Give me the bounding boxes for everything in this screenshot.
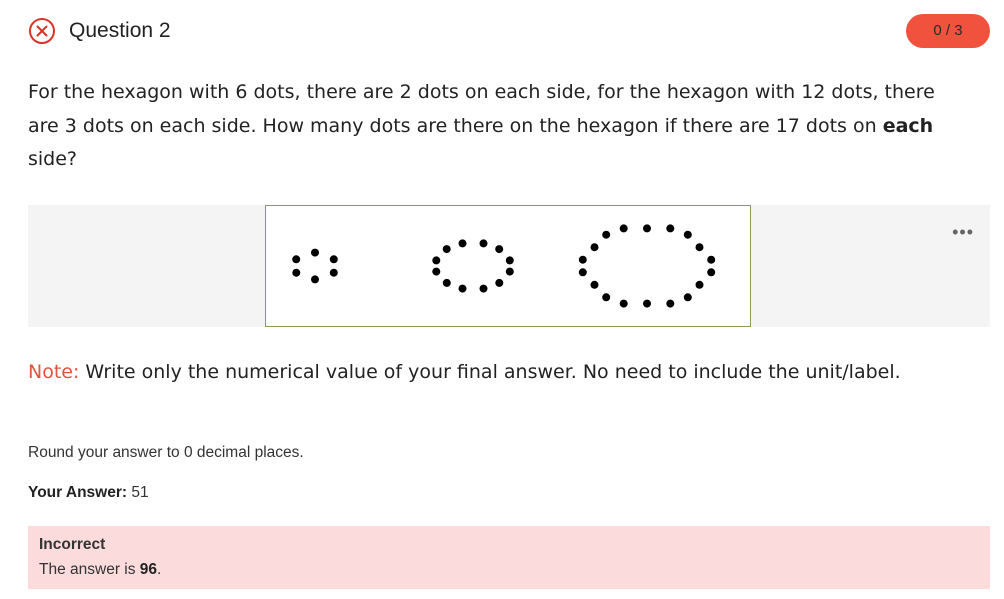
hexagon-3-dot — [602, 293, 611, 302]
x-circle-icon — [29, 18, 55, 44]
hexagon-2-dot — [432, 267, 441, 276]
hexagon-1-dot — [311, 248, 319, 257]
question-header: Question 2 0 / 3 — [28, 14, 990, 48]
hexagon-3-dot — [619, 299, 628, 308]
hexagon-3-dot — [602, 230, 611, 239]
hexagon-figure — [265, 205, 751, 327]
hexagon-2-dot — [458, 284, 467, 293]
question-text: For the hexagon with 6 dots, there are 2… — [28, 76, 968, 177]
score-badge: 0 / 3 — [906, 14, 990, 48]
hexagon-2-dot — [495, 278, 504, 287]
more-dots-icon: ••• — [952, 222, 974, 242]
feedback-suffix: . — [157, 561, 162, 578]
note: Note: Write only the numerical value of … — [28, 356, 948, 390]
hexagon-3-dot — [643, 224, 651, 233]
hexagon-3-dot — [619, 224, 628, 233]
correct-answer: 96 — [139, 561, 158, 578]
question-title: Question 2 — [69, 19, 171, 42]
hexagon-2-dot — [442, 278, 451, 287]
hexagon-2-dot — [479, 239, 488, 248]
more-options-button[interactable]: ••• — [952, 223, 974, 241]
hexagon-3-dot — [666, 224, 675, 233]
hexagon-2-dot — [505, 256, 514, 265]
hexagon-2-dot — [495, 245, 504, 254]
figure-area: ••• — [28, 205, 990, 327]
feedback-title: Incorrect — [39, 536, 106, 553]
hexagon-3-dot — [707, 255, 716, 264]
your-answer-value: 51 — [127, 484, 149, 501]
question-text-part-2: side? — [28, 148, 78, 170]
hexagon-2-dot — [458, 239, 467, 248]
hexagon-3-dot — [695, 243, 704, 252]
hexagon-3-dot — [707, 268, 716, 277]
hexagon-3-dot — [683, 230, 692, 239]
hexagon-3-dot — [643, 299, 651, 308]
your-answer-label: Your Answer: — [28, 484, 128, 501]
question-text-part-1: For the hexagon with 6 dots, there are 2… — [28, 81, 935, 137]
hexagon-1-dot — [292, 268, 301, 277]
hexagon-3-dot — [683, 293, 692, 302]
hexagon-1-dot — [329, 255, 338, 264]
hexagon-2-dot — [479, 284, 488, 293]
hexagon-1-dot — [329, 268, 338, 277]
hexagon-2-dot — [432, 256, 441, 265]
your-answer: Your Answer: 51 — [28, 484, 149, 502]
round-instruction: Round your answer to 0 decimal places. — [28, 444, 304, 461]
note-label: Note: — [28, 361, 80, 383]
note-text: Write only the numerical value of your f… — [79, 361, 901, 383]
feedback-prefix: The answer is — [39, 561, 140, 578]
hexagon-3-dot — [578, 255, 587, 264]
feedback-box: Incorrect The answer is 96. — [28, 526, 990, 589]
hexagon-3-dot — [666, 299, 675, 308]
hexagon-2-dot — [505, 267, 514, 276]
feedback-text: The answer is 96. — [39, 561, 161, 579]
question-text-bold: each — [882, 114, 934, 137]
hexagon-1-dot — [311, 275, 319, 284]
hexagon-3-dot — [695, 280, 704, 289]
hexagon-2-dot — [442, 245, 451, 254]
hexagon-1-dot — [292, 255, 301, 264]
hexagon-dots-figure — [292, 224, 716, 308]
hexagon-3-dot — [578, 268, 587, 277]
hexagon-3-dot — [590, 243, 599, 252]
hexagon-3-dot — [590, 280, 599, 289]
